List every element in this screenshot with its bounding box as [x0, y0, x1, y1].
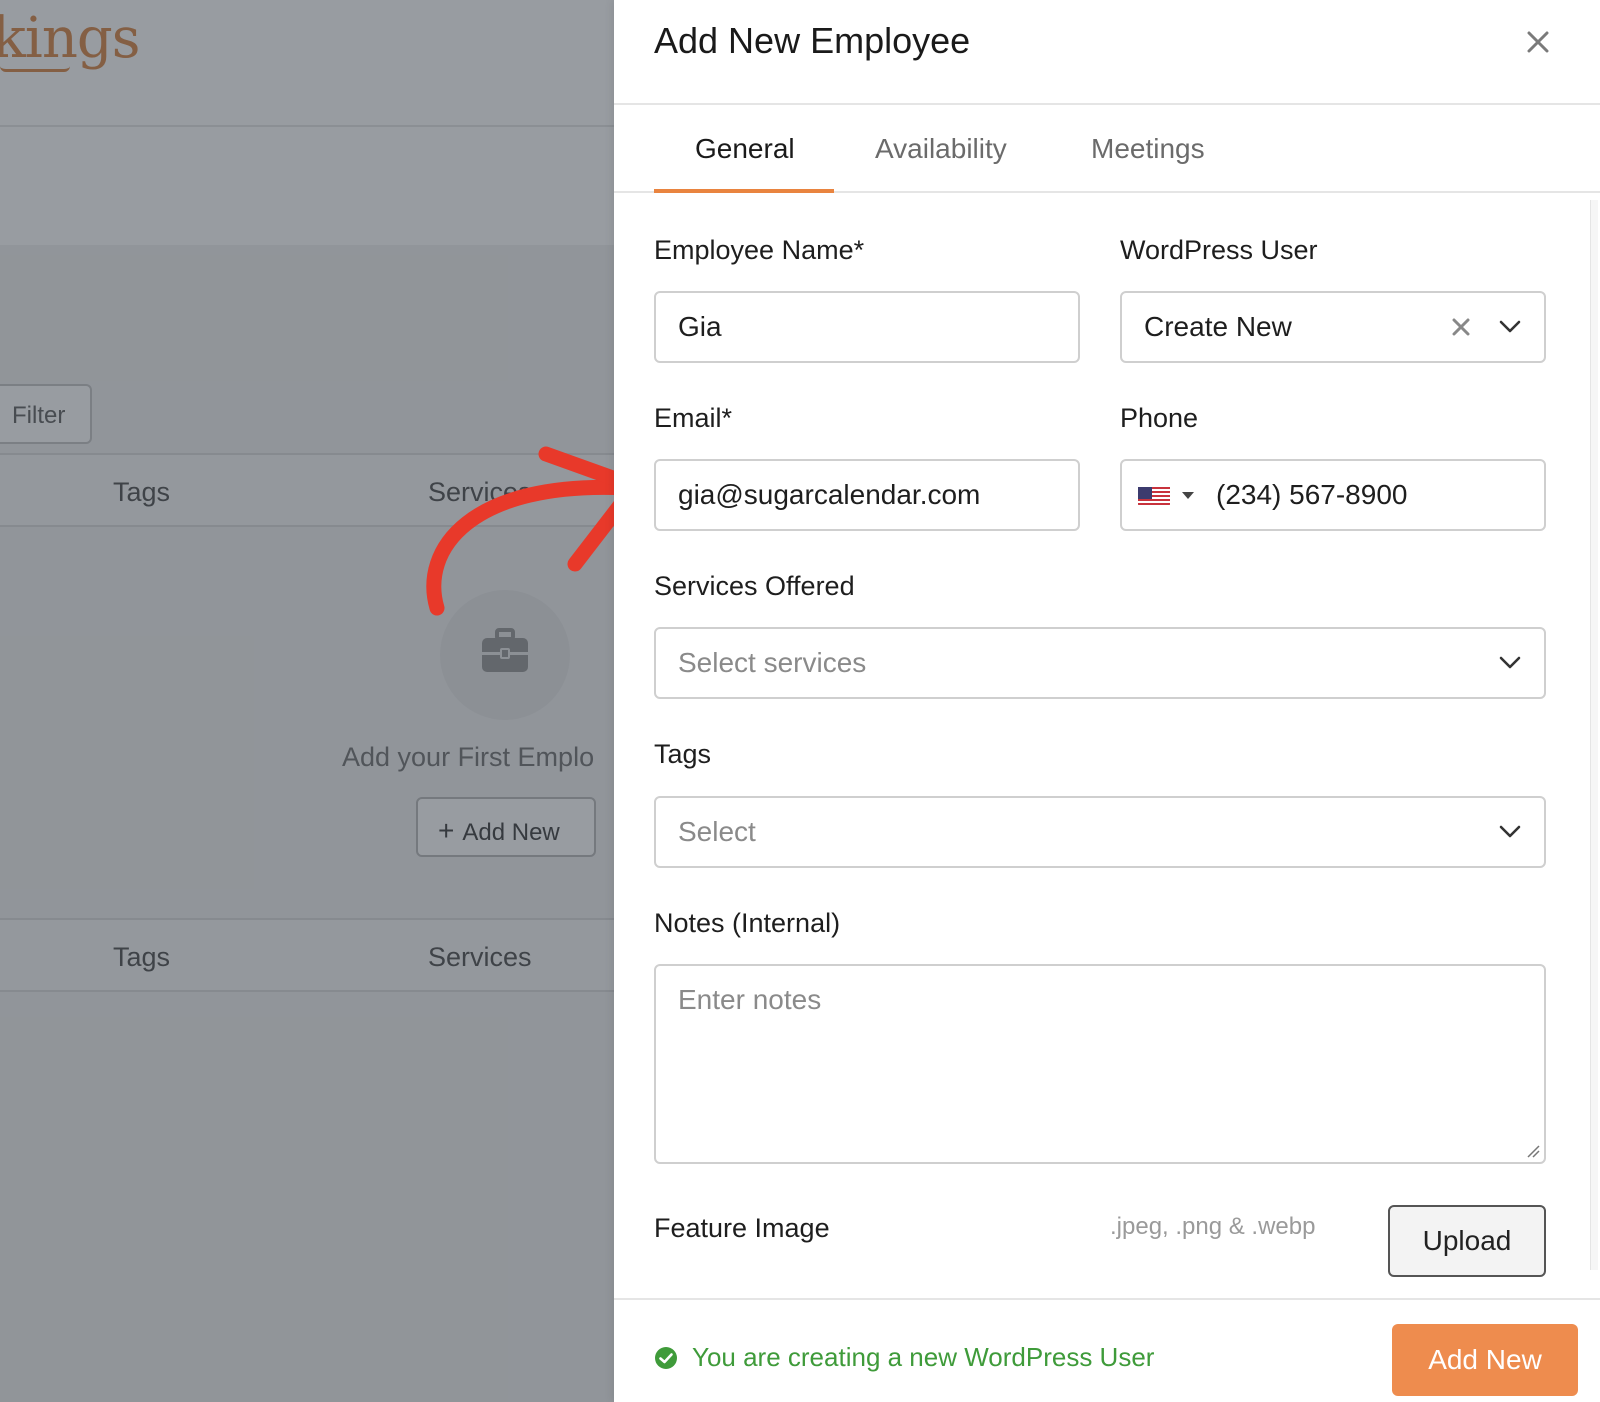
drawer-header: Add New Employee	[614, 0, 1600, 105]
services-placeholder: Select services	[678, 647, 867, 678]
add-employee-drawer: Add New Employee General Availability Me…	[614, 0, 1600, 1402]
email-value: gia@sugarcalendar.com	[678, 479, 981, 510]
tags-select[interactable]: Select	[654, 796, 1546, 868]
tab-availability[interactable]: Availability	[875, 133, 1007, 165]
drawer-footer: You are creating a new WordPress User Ad…	[614, 1298, 1600, 1402]
wordpress-user-select[interactable]: Create New	[1120, 291, 1546, 363]
services-select[interactable]: Select services	[654, 627, 1546, 699]
tags-placeholder: Select	[678, 816, 756, 847]
chevron-down-icon	[1498, 651, 1522, 675]
us-flag-icon	[1138, 484, 1170, 506]
check-circle-icon	[655, 1346, 677, 1369]
resize-handle-icon[interactable]	[1526, 1144, 1540, 1158]
tags-label: Tags	[654, 739, 712, 769]
employee-name-input[interactable]: Gia	[654, 291, 1080, 363]
phone-value: (234) 567-8900	[1216, 479, 1408, 510]
feature-image-label: Feature Image	[654, 1213, 830, 1243]
services-label: Services Offered	[654, 571, 855, 601]
notes-placeholder: Enter notes	[678, 984, 822, 1015]
caret-down-icon	[1182, 491, 1194, 499]
employee-name-value: Gia	[678, 311, 722, 342]
notes-label: Notes (Internal)	[654, 908, 841, 938]
new-user-notice: You are creating a new WordPress User	[654, 1342, 1154, 1373]
tab-meetings[interactable]: Meetings	[1091, 133, 1205, 165]
scrollbar[interactable]	[1590, 200, 1598, 1270]
employee-name-label: Employee Name*	[654, 235, 865, 265]
background-page: kings Filter Tags Services Add your Firs…	[0, 0, 614, 1402]
clear-selection-icon[interactable]	[1448, 314, 1474, 340]
chevron-down-icon	[1498, 820, 1522, 844]
email-label: Email*	[654, 403, 733, 433]
close-icon	[1527, 31, 1549, 53]
file-types-hint: .jpeg, .png & .webp	[1110, 1213, 1316, 1240]
close-button[interactable]	[1520, 24, 1556, 60]
tab-general[interactable]: General	[695, 133, 795, 165]
wordpress-user-value: Create New	[1144, 311, 1292, 342]
drawer-title: Add New Employee	[654, 20, 971, 61]
notice-text: You are creating a new WordPress User	[692, 1342, 1155, 1372]
phone-label: Phone	[1120, 403, 1199, 433]
upload-button[interactable]: Upload	[1388, 1205, 1546, 1277]
country-selector[interactable]	[1138, 484, 1194, 506]
phone-input[interactable]: (234) 567-8900	[1120, 459, 1546, 531]
chevron-down-icon	[1498, 315, 1522, 339]
general-form: Employee Name* Gia WordPress User Create…	[614, 193, 1600, 1298]
wordpress-user-label: WordPress User	[1120, 235, 1318, 265]
add-new-button[interactable]: Add New	[1392, 1324, 1578, 1396]
notes-textarea[interactable]: Enter notes	[654, 964, 1546, 1164]
tab-bar: General Availability Meetings	[614, 105, 1600, 193]
modal-overlay[interactable]	[0, 0, 614, 1402]
email-input[interactable]: gia@sugarcalendar.com	[654, 459, 1080, 531]
